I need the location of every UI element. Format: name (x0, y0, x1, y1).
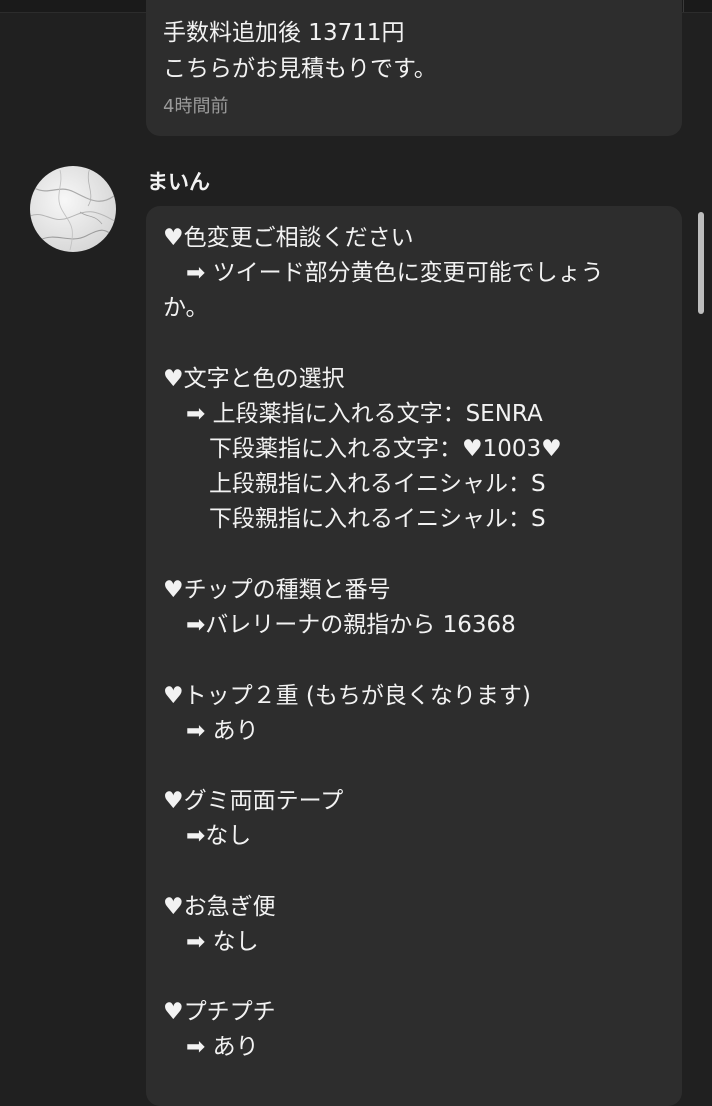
message-line: ➡ あり (163, 1034, 259, 1060)
message-line: 下段親指に入れるイニシャル：S (163, 506, 546, 532)
message-line: ♥色変更ご相談ください (163, 225, 414, 251)
message-line: ➡ ツイード部分黄色に変更可能でしょう (163, 260, 604, 286)
message-line: か。 (163, 295, 209, 321)
message-line: ♥チップの種類と番号 (163, 577, 391, 603)
top-bar-divider (683, 0, 684, 12)
message-line: ♥お急ぎ便 (163, 894, 276, 920)
message-line: ♥プチプチ (163, 999, 276, 1025)
message-line: ➡ あり (163, 718, 259, 744)
message-line: 上段親指に入れるイニシャル：S (163, 471, 546, 497)
message-line: ♥グミ両面テープ (163, 788, 344, 814)
previous-message-timestamp: 4時間前 (163, 96, 229, 117)
message-line: ♥文字と色の選択 (163, 366, 345, 392)
avatar[interactable] (30, 166, 116, 252)
message-line: ➡なし (163, 823, 252, 849)
avatar-image (30, 166, 116, 252)
message-line: ➡バレリーナの親指から 16368 (163, 612, 516, 638)
message-line: ♥トップ２重 (もちが良くなります) (163, 683, 531, 709)
message-line: ➡ 上段薬指に入れる文字：SENRA (163, 401, 543, 427)
scrollbar-thumb[interactable] (698, 212, 704, 314)
message-line: 下段薬指に入れる文字：♥1003♥ (163, 436, 562, 462)
sender-name: まいん (147, 170, 210, 194)
previous-message-line-2: こちらがお見積もりです。 (163, 56, 437, 82)
message-line: ➡ なし (163, 929, 259, 955)
message-bubble (146, 206, 682, 1106)
previous-message-line-1: 手数料追加後 13711円 (163, 20, 405, 46)
